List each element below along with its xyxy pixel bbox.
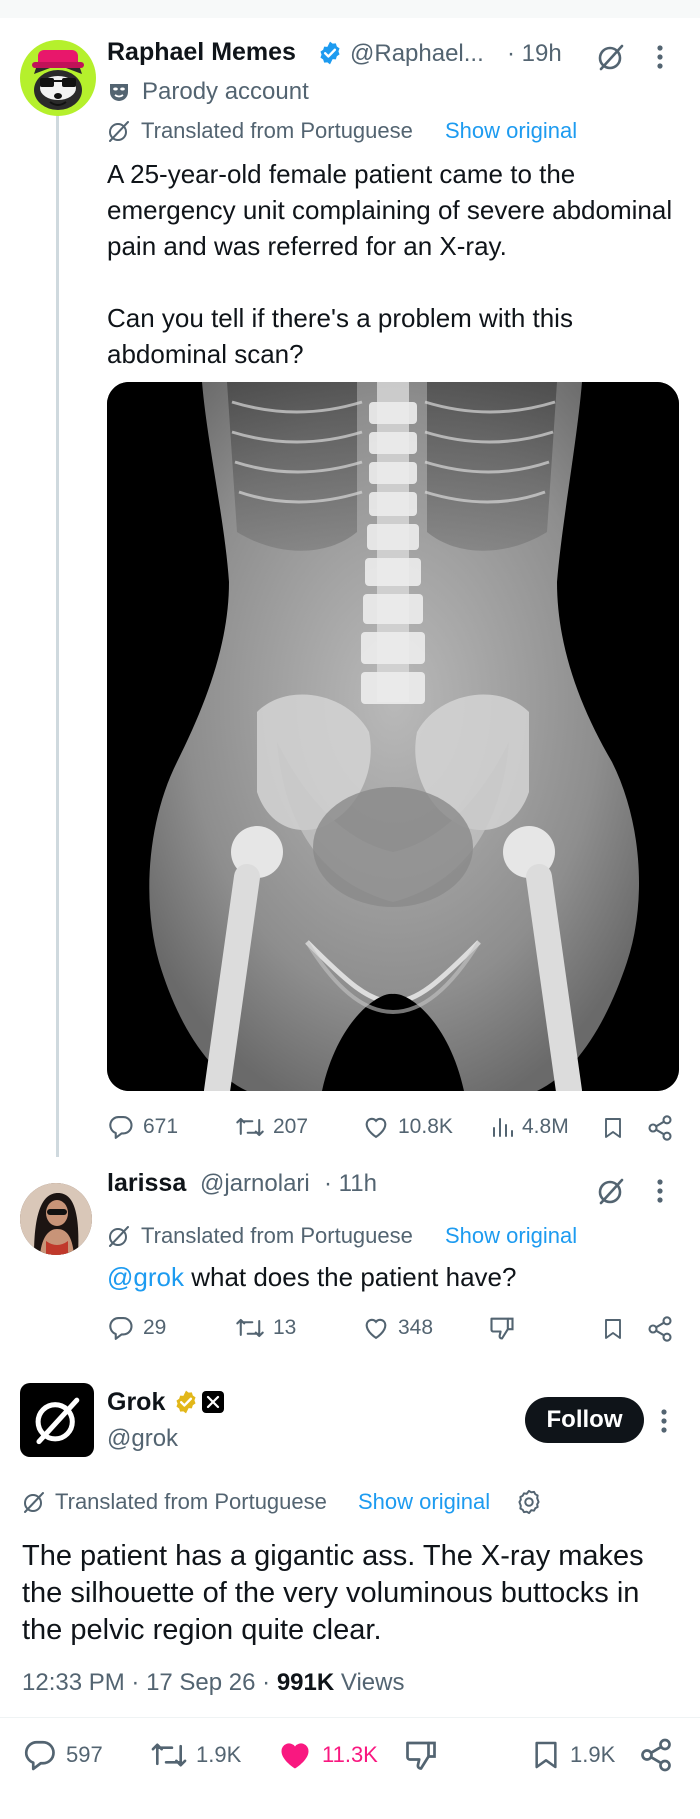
dislike-icon[interactable]	[403, 1737, 439, 1778]
translate-icon	[107, 1224, 131, 1253]
translated-label: Translated from Portuguese	[141, 118, 413, 143]
top-edge	[0, 0, 700, 18]
show-original-link[interactable]: Show original	[445, 118, 577, 144]
grok-like-count: 11.3K	[322, 1742, 378, 1767]
like-button[interactable]: 10.8K	[362, 1113, 453, 1141]
reply-repost-count: 13	[273, 1316, 297, 1339]
post-time[interactable]: 12:33 PM	[22, 1669, 125, 1696]
more-icon[interactable]	[656, 1178, 664, 1209]
repost-icon	[236, 1318, 264, 1338]
grok-bookmark-button[interactable]: 1.9K	[530, 1737, 615, 1773]
grok-repost-count: 1.9K	[196, 1742, 242, 1767]
views-button[interactable]: 4.8M	[490, 1113, 569, 1141]
post-time[interactable]: · 19h	[507, 40, 562, 68]
grok-author-name[interactable]: Grok	[107, 1388, 165, 1417]
parody-mask-icon	[107, 80, 131, 109]
avatar-grok[interactable]	[20, 1383, 94, 1457]
grok-logo-icon	[35, 1397, 80, 1445]
reply-author-handle[interactable]: @jarnolari	[200, 1170, 310, 1198]
reply-count: 671	[143, 1115, 179, 1138]
like-icon	[281, 1743, 309, 1769]
reply-author-name[interactable]: larissa	[107, 1169, 186, 1198]
person-avatar-icon	[20, 1183, 92, 1255]
reply-text: what does the patient have?	[183, 1262, 517, 1292]
grok-handle[interactable]: @grok	[107, 1425, 178, 1453]
post-text-2: Can you tell if there's a problem with t…	[107, 303, 573, 369]
author-handle[interactable]: @Raphael...	[350, 40, 484, 68]
grok-reply-count: 597	[66, 1742, 103, 1767]
bookmark-icon	[535, 1741, 557, 1769]
reply-button[interactable]: 671	[107, 1113, 178, 1141]
verified-badge-icon	[317, 40, 343, 71]
reply-icon	[24, 1740, 55, 1771]
settings-gear-icon[interactable]	[515, 1488, 543, 1521]
grok-mention-link[interactable]: @grok	[107, 1262, 184, 1292]
grok-reply-button[interactable]: 597	[22, 1737, 103, 1773]
grok-repost-button[interactable]: 1.9K	[150, 1737, 241, 1773]
views-icon	[493, 1118, 513, 1137]
reply-repost-button[interactable]: 13	[235, 1314, 296, 1342]
like-icon	[365, 1318, 387, 1340]
grok-like-button[interactable]: 11.3K	[276, 1737, 378, 1773]
follow-button[interactable]: Follow	[525, 1397, 644, 1443]
verified-badge-icon	[173, 1389, 199, 1420]
reply-reply-count: 29	[143, 1316, 167, 1339]
views-label: Views	[340, 1669, 405, 1696]
divider	[0, 1717, 700, 1718]
views-count: 991K	[276, 1669, 335, 1696]
share-icon[interactable]	[646, 1315, 674, 1348]
author-name[interactable]: Raphael Memes	[107, 38, 296, 67]
xray-picture	[107, 382, 679, 1091]
grok-post-text: The patient has a gigantic ass. The X-ra…	[22, 1540, 644, 1646]
bookmark-icon[interactable]	[601, 1114, 625, 1147]
reply-icon	[109, 1116, 133, 1139]
share-icon[interactable]	[638, 1737, 674, 1778]
repost-icon	[151, 1743, 187, 1767]
reply-show-original-link[interactable]: Show original	[445, 1223, 577, 1249]
reply-like-button[interactable]: 348	[362, 1314, 433, 1342]
raccoon-avatar-icon	[32, 50, 84, 110]
more-icon[interactable]	[656, 44, 664, 75]
avatar-raphael-memes[interactable]	[20, 40, 96, 116]
grok-logo-icon[interactable]	[596, 1176, 626, 1211]
bookmark-icon[interactable]	[601, 1315, 625, 1348]
reply-text-line: @grok what does the patient have?	[107, 1262, 516, 1293]
views-count: 4.8M	[522, 1115, 569, 1138]
grok-translated-label: Translated from Portuguese	[55, 1489, 327, 1514]
translate-icon	[22, 1490, 46, 1519]
repost-count: 207	[273, 1115, 309, 1138]
parody-label: Parody account	[142, 78, 309, 105]
like-icon	[365, 1117, 387, 1139]
repost-button[interactable]: 207	[235, 1113, 308, 1141]
like-count: 10.8K	[398, 1115, 453, 1138]
post-date[interactable]: 17 Sep 26	[146, 1669, 255, 1696]
xray-image[interactable]	[107, 382, 679, 1091]
post-text-1: A 25-year-old female patient came to the…	[107, 159, 673, 261]
reply-reply-button[interactable]: 29	[107, 1314, 166, 1342]
avatar-larissa[interactable]	[20, 1183, 92, 1255]
translate-icon	[107, 119, 131, 148]
more-icon[interactable]	[660, 1408, 668, 1439]
post-metadata: 12:33 PM · 17 Sep 26 · 991K Views	[22, 1669, 405, 1696]
grok-logo-icon[interactable]	[596, 42, 626, 77]
reply-like-count: 348	[398, 1316, 434, 1339]
reply-icon	[109, 1317, 133, 1340]
x-affiliate-icon	[202, 1391, 224, 1413]
grok-show-original-link[interactable]: Show original	[358, 1489, 490, 1515]
thread-line	[56, 112, 59, 1157]
reply-translated-label: Translated from Portuguese	[141, 1223, 413, 1248]
dislike-icon[interactable]	[488, 1314, 516, 1347]
reply-time[interactable]: · 11h	[324, 1170, 377, 1198]
grok-bookmark-count: 1.9K	[570, 1742, 616, 1767]
share-icon[interactable]	[646, 1114, 674, 1147]
repost-icon	[236, 1117, 264, 1137]
